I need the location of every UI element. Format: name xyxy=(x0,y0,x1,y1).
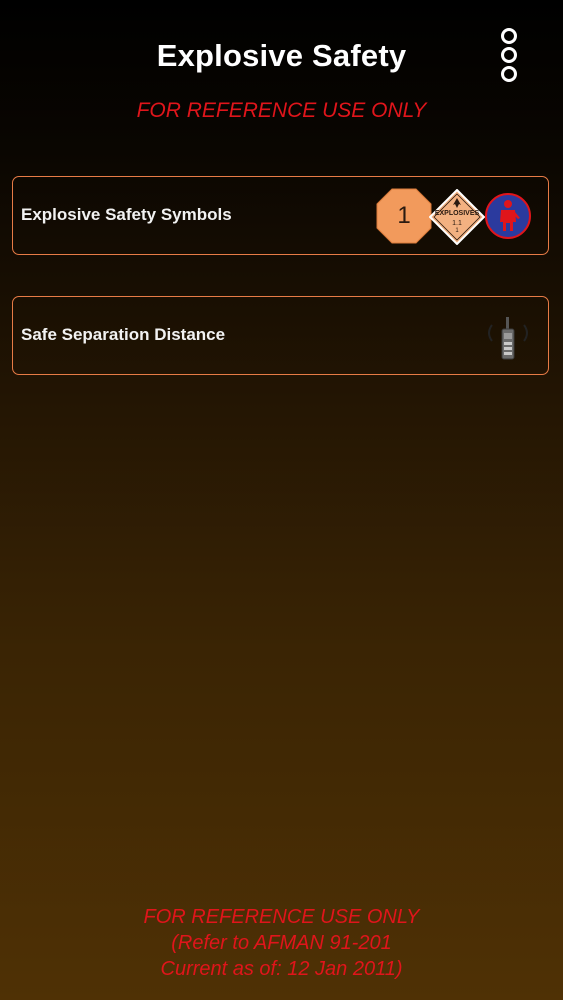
more-vertical-icon xyxy=(501,66,517,82)
reference-notice: FOR REFERENCE USE ONLY xyxy=(136,99,427,122)
placard-label: EXPLOSIVES xyxy=(434,210,480,217)
footer-reference-notice: FOR REFERENCE USE ONLY xyxy=(143,906,420,928)
footer-regulation-reference: (Refer to AFMAN 91-201 xyxy=(171,932,392,954)
explosive-safety-symbols-row[interactable]: Explosive Safety Symbols 1 EXPLOSIVES 1.… xyxy=(12,176,549,255)
more-vertical-icon xyxy=(501,47,517,63)
fire-division-octagon-icon: 1 xyxy=(376,188,432,244)
page-title: Explosive Safety xyxy=(156,38,407,73)
symbols-icon-group: 1 EXPLOSIVES 1.1 1 xyxy=(376,188,532,245)
placard-division: 1.1 xyxy=(452,220,462,227)
more-vertical-icon xyxy=(501,28,517,44)
radio-transmitter-icon xyxy=(480,315,536,363)
safe-separation-distance-row[interactable]: Safe Separation Distance xyxy=(12,296,549,375)
more-options-button[interactable] xyxy=(496,28,522,86)
footer-current-date: Current as of: 12 Jan 2011) xyxy=(160,958,403,980)
row-label: Safe Separation Distance xyxy=(21,325,226,344)
placard-group: 1 xyxy=(455,228,459,234)
protective-clothing-icon xyxy=(484,192,532,240)
row-label: Explosive Safety Symbols xyxy=(21,205,232,224)
octagon-number: 1 xyxy=(397,202,411,229)
explosives-placard-icon: EXPLOSIVES 1.1 1 xyxy=(429,189,485,245)
